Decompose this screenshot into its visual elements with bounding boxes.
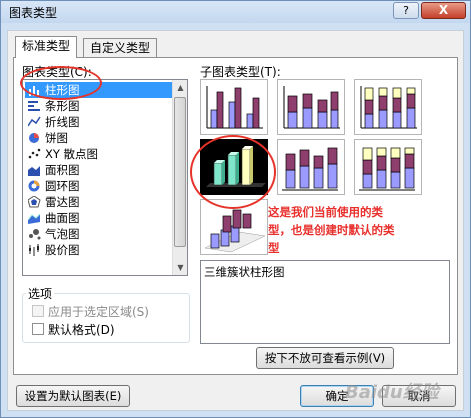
scatter-chart-icon	[28, 148, 41, 159]
list-item-surface[interactable]: 曲面图	[25, 210, 173, 226]
annotation-circle-subtype	[190, 135, 276, 209]
scrollbar-thumb[interactable]	[174, 97, 186, 247]
surface-chart-icon	[28, 213, 41, 224]
subtype-3d-100-stacked-column[interactable]	[354, 139, 422, 195]
list-item-label: 面积图	[45, 163, 80, 177]
default-format-checkbox[interactable]	[32, 323, 44, 335]
apply-to-selection-label: 应用于选定区域(S)	[48, 305, 149, 319]
subtype-stacked-column[interactable]	[277, 79, 345, 135]
3d-stacked-column-icon	[282, 147, 338, 191]
baidu-watermark: Baidu经验	[345, 382, 439, 403]
apply-to-selection-checkbox[interactable]	[32, 305, 44, 317]
list-item-scatter[interactable]: XY 散点图	[25, 146, 173, 162]
annotation-circle-list	[20, 66, 102, 100]
list-item-label: 股价图	[45, 243, 80, 257]
radar-chart-icon	[28, 196, 41, 208]
pie-chart-icon	[29, 133, 39, 143]
list-item-bar[interactable]: 条形图	[25, 98, 173, 114]
list-item-line[interactable]: 折线图	[25, 114, 173, 130]
list-item-label: 条形图	[45, 99, 80, 113]
dialog-title: 图表类型	[9, 6, 58, 20]
list-item-label: 圆环图	[45, 179, 80, 193]
options-group-label: 选项	[26, 285, 55, 302]
list-item-radar[interactable]: 雷达图	[25, 194, 173, 210]
bar-chart-icon	[28, 101, 40, 111]
subtype-3d-stacked-column[interactable]	[277, 139, 345, 195]
annotation-text: 这是我们当前使用的类型，也是创建时默认的类型	[268, 205, 395, 255]
default-format-label: 默认格式(D)	[48, 323, 115, 337]
subtype-100-stacked-column[interactable]	[354, 79, 422, 135]
stacked-column-icon	[283, 86, 340, 129]
list-item-label: 曲面图	[45, 211, 80, 225]
scroll-down-icon[interactable]: ▼	[173, 260, 188, 275]
list-item-pie[interactable]: 饼图	[25, 130, 173, 146]
preview-sample-button[interactable]: 按下不放可查看示例(V)	[256, 347, 394, 369]
chart-type-list[interactable]: 柱形图 条形图 折线图 饼图 XY 散点图 面积图 圆环图 雷达图 曲面图 气泡…	[22, 79, 188, 276]
title-bar[interactable]: 图表类型 ? X	[1, 1, 470, 23]
bubble-chart-icon	[29, 229, 41, 240]
percent-stacked-column-icon	[360, 86, 417, 129]
line-chart-icon	[28, 116, 41, 127]
list-item-label: 饼图	[45, 131, 68, 145]
chart-type-scrollbar[interactable]: ▲ ▼	[172, 80, 187, 275]
doughnut-chart-icon	[28, 180, 40, 192]
list-item-label: 雷达图	[45, 195, 80, 209]
list-item-label: 气泡图	[45, 227, 80, 241]
list-item-label: 折线图	[45, 115, 80, 129]
list-item-bubble[interactable]: 气泡图	[25, 226, 173, 242]
list-item-label: XY 散点图	[45, 147, 99, 161]
area-chart-icon	[28, 166, 40, 176]
subtype-description-box: 三维簇状柱形图	[200, 260, 450, 344]
tab-standard-types[interactable]: 标准类型	[15, 36, 78, 58]
subtype-clustered-column[interactable]	[200, 79, 268, 135]
stock-chart-icon	[29, 244, 39, 256]
subtype-description: 三维簇状柱形图	[204, 265, 285, 279]
subtype-label: 子图表类型(T):	[200, 65, 281, 79]
close-button[interactable]: X	[421, 2, 466, 19]
list-item-stock[interactable]: 股价图	[25, 242, 173, 258]
3d-percent-stacked-column-icon	[359, 147, 415, 191]
clustered-column-icon	[206, 86, 263, 129]
list-item-doughnut[interactable]: 圆环图	[25, 178, 173, 194]
tab-custom-types[interactable]: 自定义类型	[83, 38, 158, 58]
list-item-area[interactable]: 面积图	[25, 162, 173, 178]
help-button[interactable]: ?	[393, 2, 419, 19]
scroll-up-icon[interactable]: ▲	[173, 80, 188, 95]
set-default-chart-button[interactable]: 设置为默认图表(E)	[16, 385, 130, 407]
